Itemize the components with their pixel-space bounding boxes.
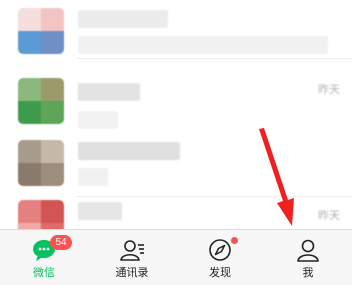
message-preview (78, 111, 118, 129)
contact-name (78, 83, 140, 101)
chat-row[interactable]: 昨天 (0, 197, 352, 229)
contact-name (78, 202, 122, 220)
tab-label: 通讯录 (115, 267, 149, 279)
chat-time: 昨天 (318, 84, 340, 96)
tab-label: 微信 (33, 267, 55, 279)
person-icon (297, 239, 319, 262)
compass-icon (209, 239, 231, 261)
contact-name (78, 142, 180, 160)
avatar (18, 140, 64, 186)
tab-wechat[interactable]: 54 微信 (0, 230, 88, 285)
tab-me[interactable]: 我 (264, 230, 352, 285)
contact-name (78, 10, 168, 28)
tab-label: 我 (302, 267, 314, 279)
message-preview (78, 168, 108, 186)
chat-row[interactable]: 昨天 (0, 61, 352, 129)
message-preview (78, 36, 328, 54)
tab-discover[interactable]: 发现 (176, 230, 264, 285)
tab-label: 发现 (209, 267, 231, 279)
contacts-icon (120, 240, 144, 261)
chat-time: 昨天 (318, 210, 340, 222)
new-dot (231, 237, 238, 244)
avatar (18, 78, 64, 124)
divider (76, 58, 352, 59)
chat-list: 昨天 昨天 (0, 0, 352, 229)
bottom-tab-bar: 54 微信 通讯录 发现 我 (0, 229, 352, 285)
avatar (18, 200, 64, 229)
chat-row[interactable] (0, 0, 352, 59)
unread-badge: 54 (50, 235, 72, 250)
avatar (18, 8, 64, 54)
tab-contacts[interactable]: 通讯录 (88, 230, 176, 285)
chat-row[interactable] (0, 136, 352, 197)
